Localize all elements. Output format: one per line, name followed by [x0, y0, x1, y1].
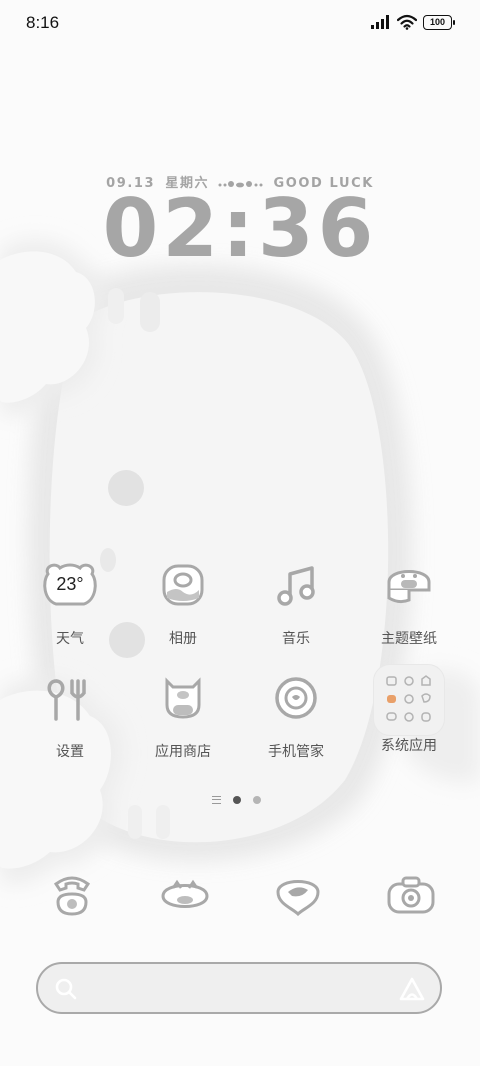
clock-time[interactable]: 02:36	[0, 182, 480, 275]
search-bar[interactable]	[36, 962, 442, 1014]
weather-temperature: 23°	[56, 574, 84, 594]
app-settings[interactable]: 设置	[20, 673, 120, 761]
dock-camera[interactable]	[381, 866, 441, 926]
dock-browser[interactable]	[268, 866, 328, 926]
settings-icon	[40, 673, 100, 733]
app-label: 音乐	[282, 631, 310, 647]
app-label: 设置	[56, 744, 84, 760]
gallery-icon	[153, 560, 213, 620]
app-label: 系统应用	[381, 738, 437, 754]
search-input[interactable]	[94, 976, 398, 1002]
security-icon	[266, 673, 326, 733]
app-system-folder[interactable]: 系统应用	[359, 665, 459, 755]
search-icon[interactable]	[54, 977, 78, 1001]
app-store-icon	[153, 673, 213, 733]
app-label: 应用商店	[155, 744, 211, 760]
app-label: 相册	[169, 631, 197, 647]
app-label: 天气	[56, 631, 84, 647]
wifi-icon	[397, 14, 417, 30]
browser-icon	[276, 880, 320, 917]
app-security[interactable]: 手机管家	[246, 673, 346, 761]
app-weather[interactable]: 23° 天气	[20, 560, 120, 648]
system-apps-folder-icon	[374, 665, 444, 735]
status-time: 8:16	[26, 13, 60, 32]
battery-indicator: 100	[423, 14, 455, 30]
dock-messages[interactable]	[155, 866, 215, 926]
weather-icon: 23°	[40, 560, 100, 620]
phone-icon	[53, 876, 91, 916]
music-icon	[266, 560, 326, 620]
app-gallery[interactable]: 相册	[133, 560, 233, 648]
camera-icon	[387, 876, 435, 914]
status-bar: 8:16 100	[0, 0, 480, 48]
app-label: 手机管家	[268, 744, 324, 760]
app-music[interactable]: 音乐	[246, 560, 346, 648]
app-label: 主题壁纸	[381, 631, 437, 647]
page-dot-active[interactable]	[233, 796, 241, 804]
signal-icon	[371, 15, 389, 29]
status-icons: 100	[371, 14, 455, 30]
app-app-store[interactable]: 应用商店	[133, 673, 233, 761]
dock-phone[interactable]	[42, 866, 102, 926]
app-themes[interactable]: 主题壁纸	[359, 560, 459, 648]
messages-icon	[161, 879, 209, 908]
assistant-icon[interactable]	[398, 976, 426, 1002]
page-menu-icon[interactable]	[212, 796, 221, 804]
page-indicator[interactable]	[212, 796, 261, 804]
page-dot[interactable]	[253, 796, 261, 804]
themes-icon	[379, 560, 439, 620]
